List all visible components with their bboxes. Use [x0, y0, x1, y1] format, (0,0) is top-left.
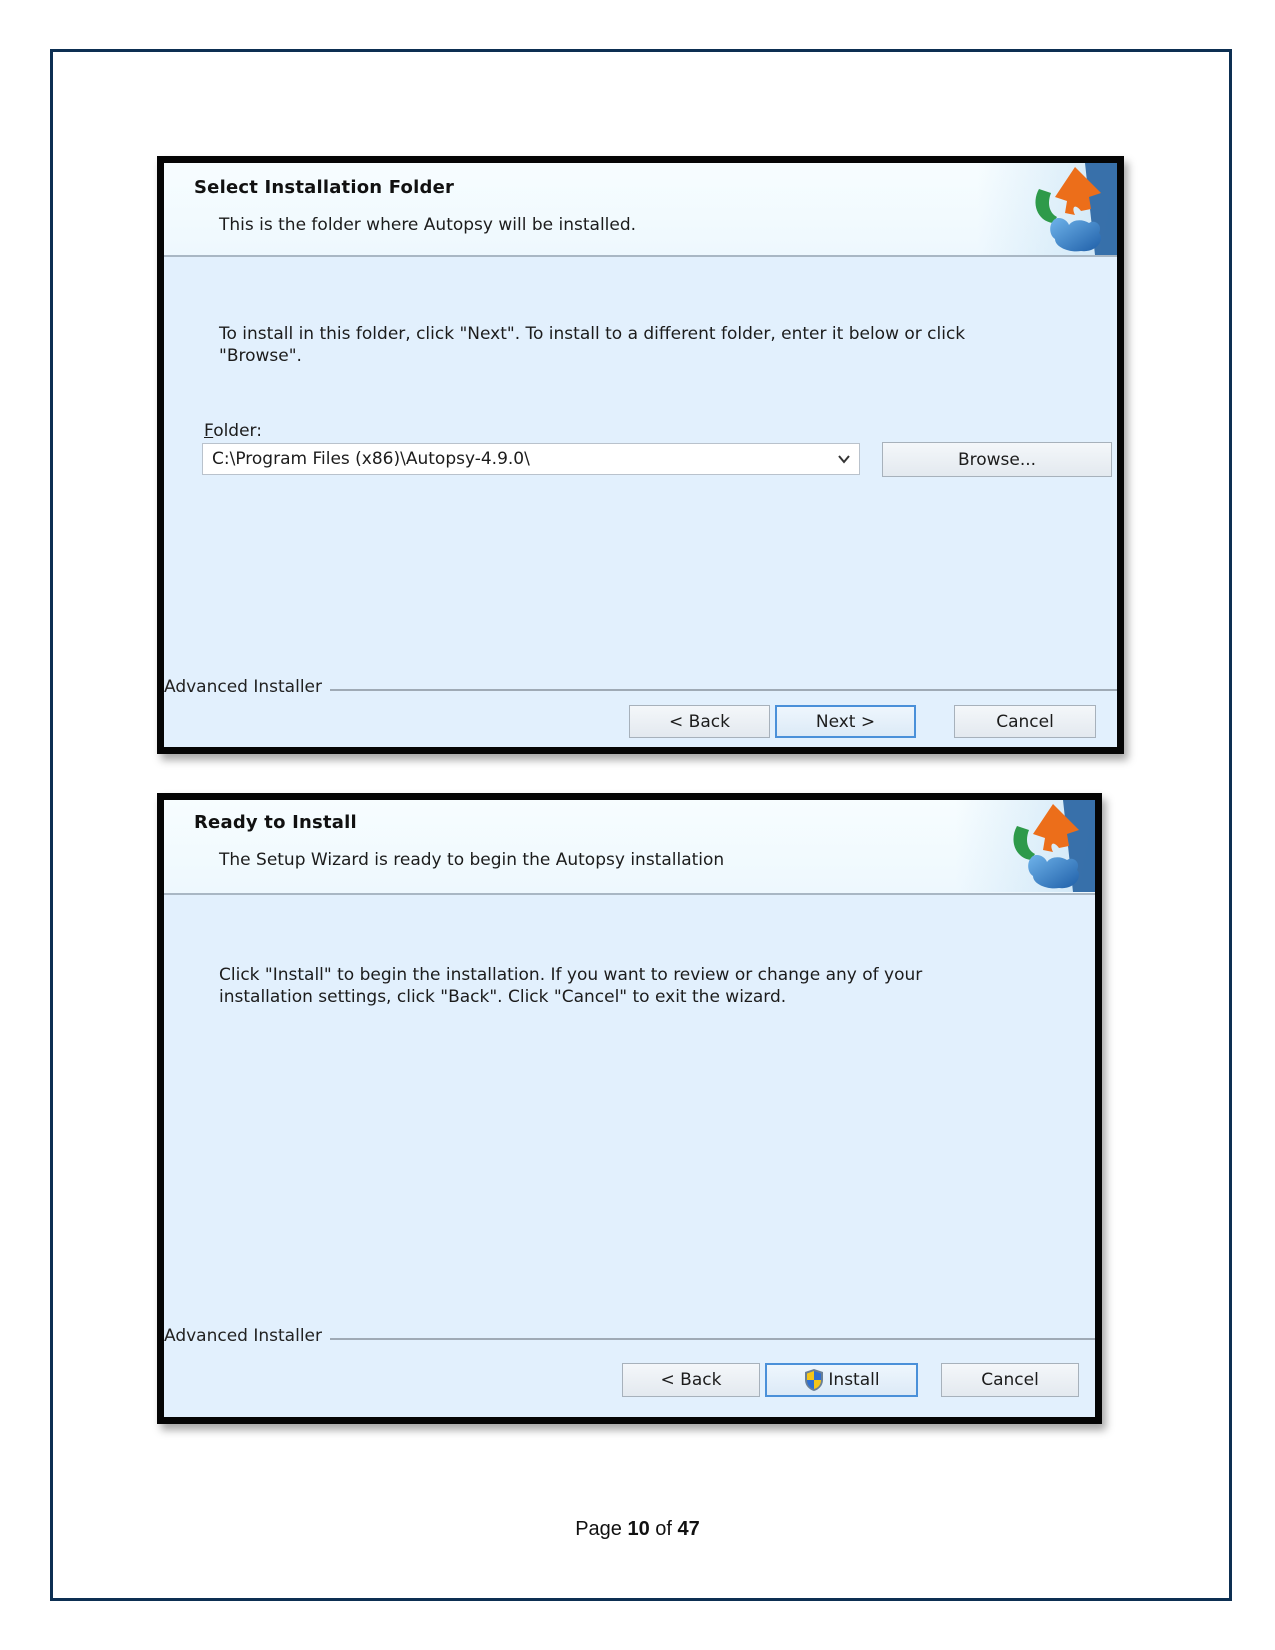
chevron-down-icon[interactable]: [837, 452, 851, 466]
browse-button[interactable]: Browse...: [882, 442, 1112, 477]
dialog-title: Select Installation Folder: [194, 177, 455, 198]
folder-path-value: C:\Program Files (x86)\Autopsy-4.9.0\: [212, 449, 530, 469]
current-page: 10: [627, 1518, 650, 1540]
brand-label: Advanced Installer: [164, 1326, 330, 1346]
ready-to-install-dialog: Ready to Install The Setup Wizard is rea…: [157, 793, 1102, 1424]
instruction-line: To install in this folder, click "Next".…: [219, 324, 966, 344]
instruction-text: To install in this folder, click "Next".…: [219, 323, 1099, 367]
advanced-installer-logo-icon: [1013, 800, 1095, 892]
instruction-line: Click "Install" to begin the installatio…: [219, 965, 923, 985]
folder-label: Folder:: [204, 421, 262, 441]
cancel-button[interactable]: Cancel: [941, 1363, 1079, 1397]
instruction-line: "Browse".: [219, 346, 302, 366]
folder-combobox[interactable]: C:\Program Files (x86)\Autopsy-4.9.0\: [202, 443, 860, 475]
total-pages: 47: [677, 1518, 700, 1540]
install-button-label: Install: [828, 1370, 880, 1390]
dialog-title: Ready to Install: [194, 812, 357, 833]
back-button[interactable]: < Back: [622, 1363, 760, 1397]
dialog-header: Select Installation Folder This is the f…: [164, 163, 1117, 257]
dialog-header: Ready to Install The Setup Wizard is rea…: [164, 800, 1095, 895]
uac-shield-icon: [805, 1369, 824, 1391]
dialog-subtitle: The Setup Wizard is ready to begin the A…: [219, 850, 725, 870]
advanced-installer-logo-icon: [1035, 163, 1117, 255]
page-number: Page 10 of 47: [575, 1518, 700, 1540]
back-button[interactable]: < Back: [629, 705, 770, 738]
instruction-line: installation settings, click "Back". Cli…: [219, 987, 787, 1007]
cancel-button[interactable]: Cancel: [954, 705, 1096, 738]
brand-label: Advanced Installer: [164, 677, 330, 697]
install-button[interactable]: Install: [765, 1363, 918, 1397]
next-button[interactable]: Next >: [775, 705, 916, 738]
dialog-subtitle: This is the folder where Autopsy will be…: [219, 215, 637, 235]
instruction-text: Click "Install" to begin the installatio…: [219, 964, 1095, 1008]
select-installation-folder-dialog: Select Installation Folder This is the f…: [157, 156, 1124, 754]
